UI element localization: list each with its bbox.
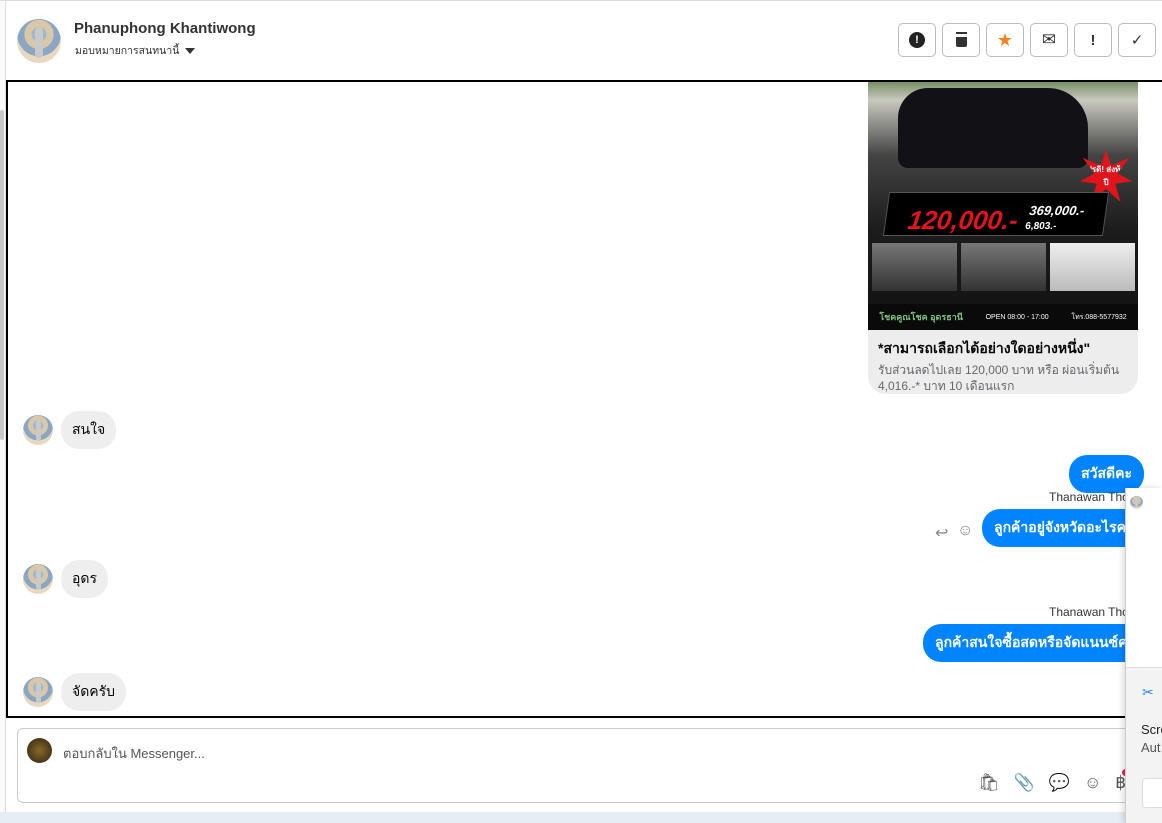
thumbnail-avatar xyxy=(1130,496,1143,509)
contact-avatar[interactable] xyxy=(17,19,61,63)
discount-text: 120,000.- xyxy=(906,205,1021,235)
car-promo-image: โปรดี! ส่งท้ายปี 120,000.- 369,000.- 6,803… xyxy=(868,82,1138,330)
message-bubble[interactable]: จัดครับ xyxy=(61,673,127,711)
envelope-icon: ✉ xyxy=(1041,30,1057,49)
exclamation-circle-icon: ! xyxy=(909,32,925,48)
product-card[interactable]: โปรดี! ส่งท้ายปี 120,000.- 369,000.- 6,803… xyxy=(868,82,1138,394)
mark-unread-button[interactable]: ✉ xyxy=(1030,23,1068,57)
caret-down-icon xyxy=(185,47,196,54)
message-row: อุดร xyxy=(23,560,109,598)
avatar xyxy=(23,677,53,707)
emoji-icon[interactable]: ☺ xyxy=(1084,773,1101,793)
assign-conversation-dropdown[interactable]: มอบหมายการสนทนานี้ xyxy=(75,42,196,59)
remaining-text: 369,000.- xyxy=(1028,203,1086,218)
chat-bubble-icon[interactable]: 💬 xyxy=(1049,773,1070,793)
sender-name: Thanawan Tho xyxy=(1049,605,1129,619)
react-emoji-icon[interactable]: ☺ xyxy=(957,522,973,540)
message-row: สนใจ xyxy=(23,411,117,449)
trash-icon xyxy=(955,33,967,47)
scissors-icon: ✂ xyxy=(1142,684,1154,700)
done-button[interactable]: ✓ xyxy=(1118,23,1156,57)
installment-text: 6,803.- xyxy=(1024,221,1058,232)
toolbar: ! ★ ✉ ! ✓ xyxy=(898,23,1156,57)
bag-icon[interactable]: 🛍 xyxy=(978,773,1000,793)
contact-name[interactable]: Phanuphong Khantiwong xyxy=(74,20,256,37)
assign-label: มอบหมายการสนทนานี้ xyxy=(75,45,180,57)
avatar xyxy=(23,564,53,594)
message-row: จัดครับ xyxy=(23,673,127,711)
star-icon: ★ xyxy=(996,29,1014,50)
check-icon: ✓ xyxy=(1130,32,1144,49)
reply-composer[interactable]: ตอบกลับใน Messenger... 🛍 📎 💬 ☺ ฿ xyxy=(17,728,1162,803)
bottom-bar xyxy=(0,812,1162,823)
open-hours: OPEN 08:00 - 17:00 xyxy=(985,313,1049,321)
message-bubble[interactable]: สนใจ xyxy=(61,411,117,449)
star-button[interactable]: ★ xyxy=(986,23,1024,57)
reply-input[interactable]: ตอบกลับใน Messenger... xyxy=(63,743,205,764)
message-thread[interactable]: โปรดี! ส่งท้ายปี 120,000.- 369,000.- 6,803… xyxy=(6,80,1162,718)
card-subtitle: รับส่วนลดไปเลย 120,000 บาท หรือ ผ่อนเริ่… xyxy=(878,363,1120,393)
snipping-tool-notification[interactable]: ✂ Scre Aut xyxy=(1125,488,1162,823)
message-bubble[interactable]: ลูกค้าอยู่จังหวัดอะไรคะ xyxy=(982,509,1146,547)
divider xyxy=(0,0,1162,1)
notification-button[interactable] xyxy=(1142,778,1162,808)
paperclip-icon[interactable]: 📎 xyxy=(1014,773,1035,793)
important-button[interactable]: ! xyxy=(1074,23,1112,57)
page-avatar xyxy=(27,738,52,763)
spam-button[interactable]: ! xyxy=(898,23,936,57)
sender-name: Thanawan Tho xyxy=(1049,490,1129,504)
delete-button[interactable] xyxy=(942,23,980,57)
card-title: *สามารถเลือกได้อย่างใดอย่างหนึ่ง" xyxy=(878,340,1091,356)
notification-title: Scre xyxy=(1141,722,1162,737)
notification-subtitle: Aut xyxy=(1141,740,1161,755)
message-bubble[interactable]: ลูกค้าสนใจซื้อสดหรือจัดแนนซ์คะ xyxy=(923,624,1147,662)
avatar xyxy=(23,415,53,445)
scrollbar-thumb[interactable] xyxy=(0,110,4,440)
message-bubble[interactable]: อุดร xyxy=(61,560,109,598)
exclamation-icon: ! xyxy=(1090,31,1096,49)
reply-icon[interactable]: ↩ xyxy=(935,523,948,543)
tel-text: โทร.088-5577932 xyxy=(1071,313,1127,321)
